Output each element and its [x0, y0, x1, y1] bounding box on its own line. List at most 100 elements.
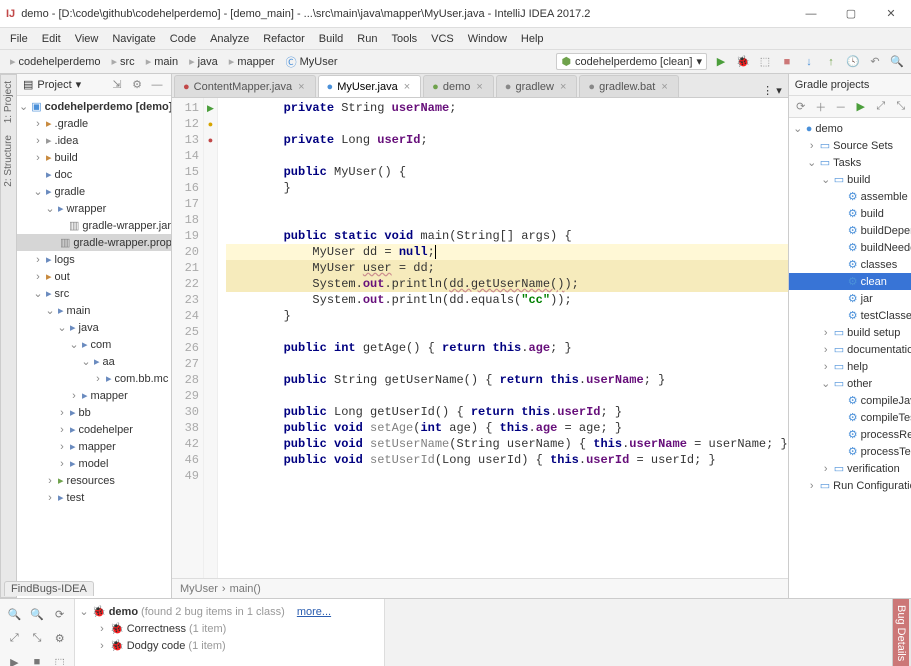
gradle-node[interactable]: ⚙ assemble	[789, 188, 911, 205]
expand-icon[interactable]: ⤢	[873, 99, 889, 115]
project-node[interactable]: ⌄▸ java	[17, 319, 171, 336]
tree-twisty[interactable]: ›	[93, 373, 103, 385]
tree-twisty[interactable]: ›	[57, 424, 67, 436]
tree-twisty[interactable]: ⌄	[45, 304, 55, 317]
tree-twisty[interactable]: ⌄	[807, 156, 817, 169]
tree-twisty[interactable]: ›	[821, 361, 831, 373]
menu-build[interactable]: Build	[313, 31, 349, 47]
tree-twisty[interactable]: ›	[45, 475, 55, 487]
tree-twisty[interactable]: ⌄	[79, 605, 89, 618]
collapse-icon[interactable]: ⤡	[893, 99, 909, 115]
gear-icon[interactable]: ⚙	[129, 77, 145, 93]
close-tab-icon[interactable]: ×	[474, 81, 484, 93]
gradle-node[interactable]: ⚙ buildDependents	[789, 222, 911, 239]
breadcrumb-item[interactable]: ▸main	[142, 54, 182, 69]
tree-twisty[interactable]: ⌄	[45, 202, 55, 215]
breadcrumb-item[interactable]: ▸mapper	[225, 54, 279, 69]
project-node[interactable]: ▸ doc	[17, 166, 171, 183]
project-node[interactable]: ›▸ .idea	[17, 132, 171, 149]
project-node[interactable]: ▥ gradle-wrapper.prop	[17, 234, 171, 251]
project-node[interactable]: ›▸ com.bb.mc	[17, 370, 171, 387]
tree-twisty[interactable]: ⌄	[821, 377, 831, 390]
maximize-button[interactable]: ▢	[831, 0, 871, 28]
debug-button[interactable]: 🐞	[735, 54, 751, 70]
tree-twisty[interactable]: ›	[33, 254, 43, 266]
findbugs-toolbar-button[interactable]: ⤡	[27, 627, 48, 649]
project-tree[interactable]: ⌄▣ codehelperdemo [demo] D:\co›▸ .gradle…	[17, 96, 171, 598]
close-button[interactable]: ✕	[871, 0, 911, 28]
tabs-dropdown-icon[interactable]: ⋮ ▾	[756, 84, 788, 97]
project-node[interactable]: ›▸ model	[17, 455, 171, 472]
project-node[interactable]: ›▸ bb	[17, 404, 171, 421]
project-node[interactable]: ⌄▸ gradle	[17, 183, 171, 200]
tree-twisty[interactable]: ›	[45, 492, 55, 504]
project-node[interactable]: ›▸ resources	[17, 472, 171, 489]
project-node[interactable]: ⌄▸ com	[17, 336, 171, 353]
minimize-button[interactable]: —	[791, 0, 831, 28]
run-task-icon[interactable]: ▶	[853, 99, 869, 115]
gradle-node[interactable]: ⚙ classes	[789, 256, 911, 273]
findbugs-toolbar-button[interactable]: ⚙	[49, 627, 70, 649]
findbugs-toolbar-button[interactable]: ⤢	[4, 627, 25, 649]
breadcrumb-item[interactable]: ⒸMyUser	[282, 53, 342, 71]
project-node[interactable]: ⌄▸ aa	[17, 353, 171, 370]
refresh-icon[interactable]: ⟳	[793, 99, 809, 115]
project-node[interactable]: ⌄▸ wrapper	[17, 200, 171, 217]
tree-twisty[interactable]: ›	[807, 480, 817, 492]
tree-twisty[interactable]: ⌄	[57, 321, 67, 334]
tree-twisty[interactable]: ⌄	[81, 355, 91, 368]
menu-refactor[interactable]: Refactor	[257, 31, 311, 47]
editor-tab[interactable]: ●MyUser.java×	[318, 75, 422, 97]
tree-twisty[interactable]: ⌄	[793, 122, 803, 135]
breadcrumb-item[interactable]: ▸src	[107, 54, 138, 69]
gradle-node[interactable]: ›▭ verification	[789, 460, 911, 477]
breadcrumb-item[interactable]: ▸codehelperdemo	[6, 54, 104, 69]
findbugs-tool-title[interactable]: FindBugs-IDEA	[4, 581, 94, 596]
gradle-node[interactable]: ⌄● demo	[789, 120, 911, 137]
gradle-node[interactable]: ›▭ build setup	[789, 324, 911, 341]
tree-twisty[interactable]: ›	[97, 640, 107, 652]
gutter-icons[interactable]: ▶ ●●	[204, 98, 218, 578]
menu-tools[interactable]: Tools	[385, 31, 423, 47]
gradle-tree[interactable]: ⌄● demo›▭ Source Sets⌄▭ Tasks⌄▭ build ⚙ …	[789, 118, 911, 598]
gradle-node[interactable]: ⚙ compileTestJava	[789, 409, 911, 426]
tree-twisty[interactable]: ›	[97, 623, 107, 635]
menu-analyze[interactable]: Analyze	[204, 31, 255, 47]
menu-view[interactable]: View	[69, 31, 105, 47]
gradle-node[interactable]: ⌄▭ other	[789, 375, 911, 392]
run-button[interactable]: ▶	[713, 54, 729, 70]
revert-button[interactable]: ↶	[867, 54, 883, 70]
gradle-node[interactable]: ›▭ Run Configurations	[789, 477, 911, 494]
tree-twisty[interactable]: ⌄	[69, 338, 79, 351]
editor-breadcrumb[interactable]: MyUser › main()	[172, 578, 788, 598]
gradle-node[interactable]: ›▭ help	[789, 358, 911, 375]
tree-twisty[interactable]: ›	[807, 140, 817, 152]
left-tab-structure[interactable]: 2: Structure	[1, 129, 16, 193]
tree-twisty[interactable]: ⌄	[19, 100, 28, 113]
project-node[interactable]: ›▸ mapper	[17, 387, 171, 404]
menu-navigate[interactable]: Navigate	[106, 31, 161, 47]
project-node[interactable]: ›▸ build	[17, 149, 171, 166]
tree-twisty[interactable]: ›	[57, 407, 67, 419]
gradle-node[interactable]: ⚙ processResources	[789, 426, 911, 443]
close-tab-icon[interactable]: ×	[558, 81, 568, 93]
findbugs-toolbar-button[interactable]: ⟳	[49, 603, 70, 625]
editor-tab[interactable]: ●gradlew.bat×	[579, 75, 678, 97]
findbugs-category[interactable]: ›🐞 Correctness (1 item)	[79, 620, 380, 637]
code-editor[interactable]: private String userName; private Long us…	[218, 98, 788, 578]
tree-twisty[interactable]: ›	[821, 463, 831, 475]
project-node[interactable]: ›▸ logs	[17, 251, 171, 268]
tree-twisty[interactable]: ›	[33, 135, 43, 147]
findbugs-tree[interactable]: ⌄ 🐞 demo (found 2 bug items in 1 class) …	[75, 599, 385, 666]
project-node[interactable]: ›▸ mapper	[17, 438, 171, 455]
tree-twisty[interactable]: ›	[821, 327, 831, 339]
gradle-node[interactable]: ›▭ Source Sets	[789, 137, 911, 154]
detach-icon[interactable]: －	[833, 99, 849, 115]
editor-tab[interactable]: ●gradlew×	[496, 75, 578, 97]
gradle-node[interactable]: ⚙ compileJava	[789, 392, 911, 409]
tree-twisty[interactable]: ›	[33, 152, 43, 164]
project-node[interactable]: ›▸ .gradle	[17, 115, 171, 132]
tree-twisty[interactable]: ⌄	[33, 185, 43, 198]
menu-file[interactable]: File	[4, 31, 34, 47]
vcs-commit-button[interactable]: ↑	[823, 54, 839, 70]
